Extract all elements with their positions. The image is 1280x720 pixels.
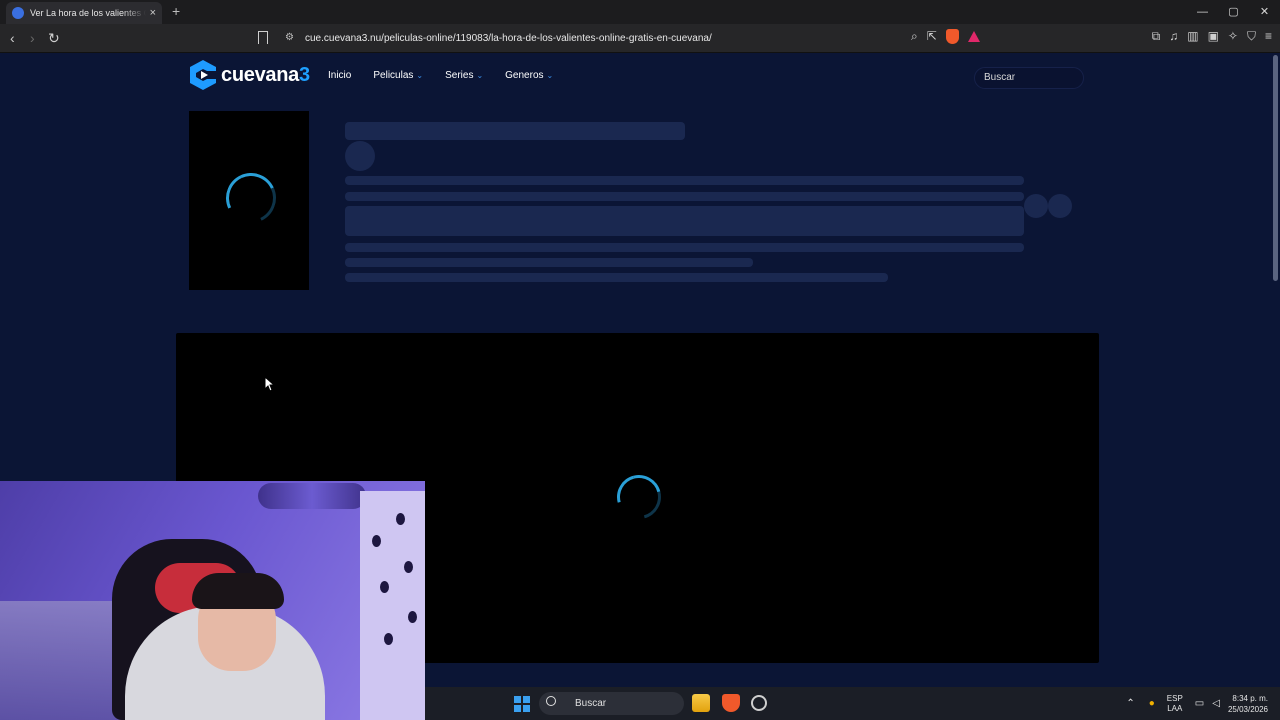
screenshot-icon[interactable]: ⧉ [1152,29,1161,44]
network-icon[interactable]: ▭ [1195,698,1204,709]
toolbar-right-icons: ⧉ ♫ ▥ ▣ ✧ ⛉ ≡ [1152,29,1272,44]
skeleton-dot [1024,194,1048,218]
maximize-button[interactable]: ▢ [1218,0,1249,24]
brave-shields-icon[interactable] [945,29,959,44]
wall-dot [404,561,413,573]
new-tab-button[interactable]: + [172,3,180,19]
back-button[interactable]: ‹ [10,30,15,46]
webcam-shelf [258,483,366,509]
search-icon [546,696,556,706]
microphone-icon[interactable]: ● [1149,698,1155,709]
nav-peliculas[interactable]: Peliculas ⌄ [373,70,423,81]
skeleton-line [345,192,1024,201]
skeleton-title [345,122,685,140]
logo-text: cuevana3 [221,63,310,86]
cuevana-logo-icon [190,60,216,90]
reload-button[interactable]: ↻ [48,30,60,46]
nav-generos[interactable]: Generos ⌄ [505,70,553,81]
brave-browser-icon[interactable] [722,694,740,712]
webcam-wall [360,491,425,720]
bookmark-icon[interactable] [258,31,268,44]
skeleton-dot [1048,194,1072,218]
loading-spinner-icon [218,165,284,231]
windows-start-icon[interactable] [514,696,530,712]
address-bar[interactable]: cue.cuevana3.nu/peliculas-online/119083/… [305,33,712,44]
address-bar-icons: ⌕ ⇱ [911,29,980,44]
zoom-icon[interactable]: ⌕ [911,29,918,44]
wall-dot [396,513,405,525]
wallet-icon[interactable]: ▣ [1208,29,1219,44]
brave-rewards-icon[interactable] [967,31,980,42]
language-indicator[interactable]: ESP LAA [1167,694,1183,714]
page-scrollbar[interactable] [1273,55,1278,281]
menu-icon[interactable]: ≡ [1265,29,1272,44]
tab-title: Ver La hora de los valientes Online [30,8,146,18]
skeleton-line [345,176,1024,185]
browser-tab[interactable]: Ver La hora de los valientes Online × [6,2,162,24]
chevron-down-icon: ⌄ [416,71,424,80]
wall-dot [408,611,417,623]
site-search-input[interactable]: Buscar [974,67,1084,89]
tab-close-icon[interactable]: × [150,7,156,19]
volume-icon[interactable]: ◁ [1212,698,1220,709]
webcam-hair [192,573,284,609]
skeleton-line [345,273,888,282]
system-tray: ⌃ ● ESP LAA ▭ ◁ 8:34 p. m. 25/03/2026 [1126,687,1280,720]
forward-button[interactable]: › [30,30,35,46]
site-favicon-icon [12,7,24,19]
taskbar-search[interactable]: Buscar [539,692,684,715]
nav-series[interactable]: Series ⌄ [445,70,483,81]
site-logo[interactable]: cuevana3 [188,58,310,92]
site-info-icon[interactable]: ⚙ [285,32,294,43]
leo-ai-icon[interactable]: ✧ [1228,29,1238,44]
media-icon[interactable]: ♫ [1169,29,1178,44]
windows-taskbar: Buscar ⌃ ● ESP LAA ▭ ◁ 8:34 p. m. 25/03/20… [425,687,1280,720]
skeleton-block [345,206,1024,236]
file-explorer-icon[interactable] [692,694,710,712]
tray-overflow-icon[interactable]: ⌃ [1126,698,1134,709]
chevron-down-icon: ⌄ [476,71,484,80]
movie-poster-placeholder [189,111,309,290]
minimize-button[interactable]: — [1187,0,1218,24]
taskbar-clock[interactable]: 8:34 p. m. 25/03/2026 [1228,693,1268,715]
obs-icon[interactable] [751,695,767,711]
wall-dot [380,581,389,593]
skeleton-line [345,258,753,267]
vpn-icon[interactable]: ⛉ [1247,29,1256,44]
main-nav: Inicio Peliculas ⌄ Series ⌄ Generos ⌄ [328,70,575,81]
logo-number: 3 [298,63,310,86]
skeleton-line [345,243,1024,252]
browser-toolbar: ‹ › ↻ ⚙ cue.cuevana3.nu/peliculas-online… [0,24,1280,53]
skeleton-avatar [345,141,375,171]
nav-inicio[interactable]: Inicio [328,70,351,81]
webcam-overlay [0,481,425,720]
close-window-button[interactable]: ✕ [1249,0,1280,24]
share-icon[interactable]: ⇱ [927,29,937,44]
mouse-cursor-icon [264,376,274,392]
chevron-down-icon: ⌄ [546,71,554,80]
loading-spinner-icon [608,466,670,528]
tab-bar: Ver La hora de los valientes Online × + … [0,0,1280,24]
window-controls: — ▢ ✕ [1187,0,1280,24]
wall-dot [372,535,381,547]
webcam-background [0,601,120,720]
site-header: cuevana3 Inicio Peliculas ⌄ Series ⌄ Gener… [188,58,1084,96]
sidebar-icon[interactable]: ▥ [1187,29,1198,44]
wall-dot [384,633,393,645]
